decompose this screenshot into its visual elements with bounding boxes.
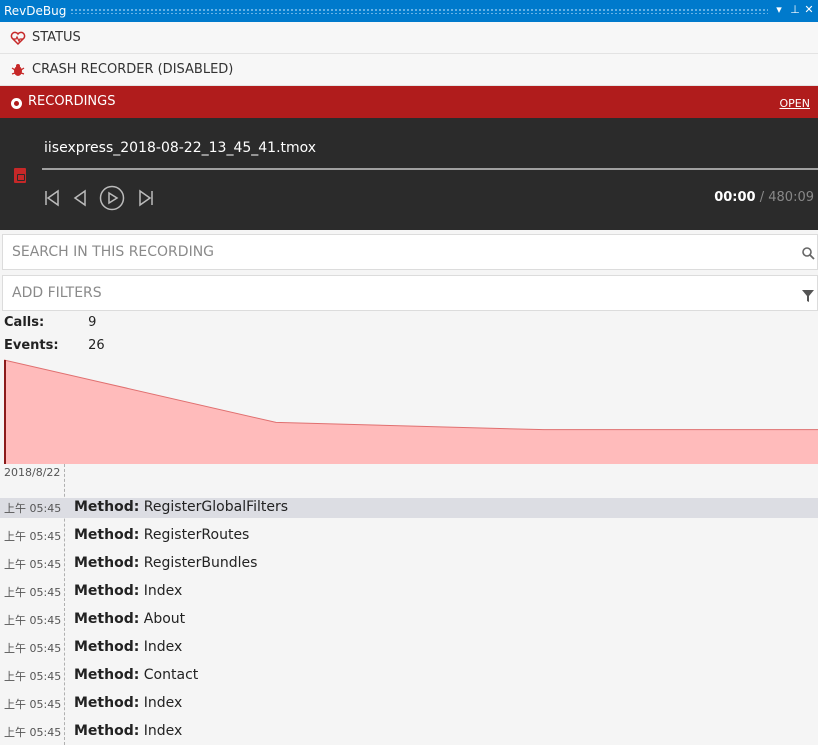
open-recording-link[interactable]: OPEN: [780, 97, 810, 110]
pin-icon[interactable]: ⊥: [788, 3, 802, 16]
timeline-row[interactable]: 上午 05:45 Method: Contact: [0, 666, 818, 686]
row-kind: Method:: [74, 527, 140, 543]
time-separator: /: [759, 190, 765, 205]
row-time: 上午 05:45: [4, 586, 62, 599]
row-method-name: RegisterRoutes: [143, 527, 250, 543]
row-method-name: Contact: [143, 667, 199, 683]
filters-box: [2, 275, 818, 311]
title-bar: RevDeBug ▾ ⊥ ✕: [0, 0, 818, 22]
row-method-name: RegisterGlobalFilters: [143, 499, 289, 515]
timeline-row[interactable]: 上午 05:45 Method: Index: [0, 582, 818, 602]
events-value: 26: [88, 338, 105, 353]
row-time: 上午 05:45: [4, 502, 62, 515]
calls-stat: Calls: 9: [4, 315, 96, 330]
timeline-row[interactable]: 上午 05:45 Method: RegisterGlobalFilters: [0, 498, 818, 518]
timeline-row[interactable]: 上午 05:45 Method: Index: [0, 638, 818, 658]
playback-time: 00:00 / 480:09: [714, 190, 814, 205]
row-time: 上午 05:45: [4, 698, 62, 711]
row-text: Method: RegisterRoutes: [74, 527, 249, 543]
row-method-name: Index: [143, 723, 183, 739]
row-text: Method: Index: [74, 695, 182, 711]
skip-to-start-button[interactable]: [40, 186, 64, 210]
status-section[interactable]: STATUS: [0, 22, 818, 54]
row-kind: Method:: [74, 667, 140, 683]
crash-recorder-label: CRASH RECORDER (DISABLED): [32, 62, 234, 77]
heartbeat-icon: [10, 31, 26, 46]
row-time: 上午 05:45: [4, 558, 62, 571]
bug-icon: [11, 64, 25, 76]
row-kind: Method:: [74, 723, 140, 739]
events-label: Events:: [4, 338, 59, 353]
row-method-name: About: [143, 611, 186, 627]
title-grip[interactable]: [70, 8, 768, 14]
search-box: [2, 234, 818, 270]
row-text: Method: RegisterGlobalFilters: [74, 499, 288, 515]
calls-label: Calls:: [4, 315, 45, 330]
row-time: 上午 05:45: [4, 530, 62, 543]
events-stat: Events: 26: [4, 338, 105, 353]
skip-to-end-button[interactable]: [134, 186, 158, 210]
total-time: 480:09: [768, 190, 814, 205]
row-method-name: Index: [143, 695, 183, 711]
row-text: Method: Contact: [74, 667, 198, 683]
row-kind: Method:: [74, 695, 140, 711]
playback-progress-bar[interactable]: [42, 168, 818, 170]
filter-icon[interactable]: [801, 289, 815, 303]
current-time: 00:00: [714, 190, 756, 205]
timeline-row[interactable]: 上午 05:45 Method: RegisterBundles: [0, 554, 818, 574]
search-input[interactable]: [12, 244, 792, 260]
timeline-row[interactable]: 上午 05:45 Method: Index: [0, 694, 818, 714]
play-button[interactable]: [99, 185, 125, 211]
row-kind: Method:: [74, 611, 140, 627]
row-method-name: Index: [143, 583, 183, 599]
recordings-label: RECORDINGS: [28, 94, 116, 109]
chevron-down-icon[interactable]: ▾: [772, 3, 786, 16]
window-title: RevDeBug: [4, 4, 67, 18]
row-method-name: RegisterBundles: [143, 555, 258, 571]
step-back-button[interactable]: [68, 186, 92, 210]
row-text: Method: Index: [74, 639, 182, 655]
row-text: Method: About: [74, 611, 185, 627]
timeline-row[interactable]: 上午 05:45 Method: Index: [0, 722, 818, 742]
search-icon[interactable]: [801, 246, 815, 260]
events-chart: [4, 359, 818, 464]
row-time: 上午 05:45: [4, 670, 62, 683]
chart-area: [4, 360, 818, 464]
timeline-row[interactable]: 上午 05:45 Method: About: [0, 610, 818, 630]
row-time: 上午 05:45: [4, 726, 62, 739]
row-kind: Method:: [74, 499, 140, 515]
row-kind: Method:: [74, 555, 140, 571]
timeline-row[interactable]: 上午 05:45 Method: RegisterRoutes: [0, 526, 818, 546]
row-text: Method: Index: [74, 583, 182, 599]
row-time: 上午 05:45: [4, 614, 62, 627]
recording-file-name: iisexpress_2018-08-22_13_45_41.tmox: [44, 140, 317, 156]
row-time: 上午 05:45: [4, 642, 62, 655]
row-kind: Method:: [74, 583, 140, 599]
row-kind: Method:: [74, 639, 140, 655]
player-panel: iisexpress_2018-08-22_13_45_41.tmox 00:0…: [0, 118, 818, 230]
crash-recorder-section[interactable]: CRASH RECORDER (DISABLED): [0, 54, 818, 86]
recordings-header[interactable]: RECORDINGS OPEN: [0, 86, 818, 118]
row-method-name: Index: [143, 639, 183, 655]
status-label: STATUS: [32, 30, 81, 45]
record-icon: [11, 98, 22, 109]
filters-input[interactable]: [12, 285, 792, 301]
file-icon: [14, 168, 26, 183]
calls-value: 9: [88, 315, 97, 330]
row-text: Method: Index: [74, 723, 182, 739]
timeline-date: 2018/8/22: [4, 466, 61, 479]
close-icon[interactable]: ✕: [802, 3, 816, 16]
row-text: Method: RegisterBundles: [74, 555, 257, 571]
